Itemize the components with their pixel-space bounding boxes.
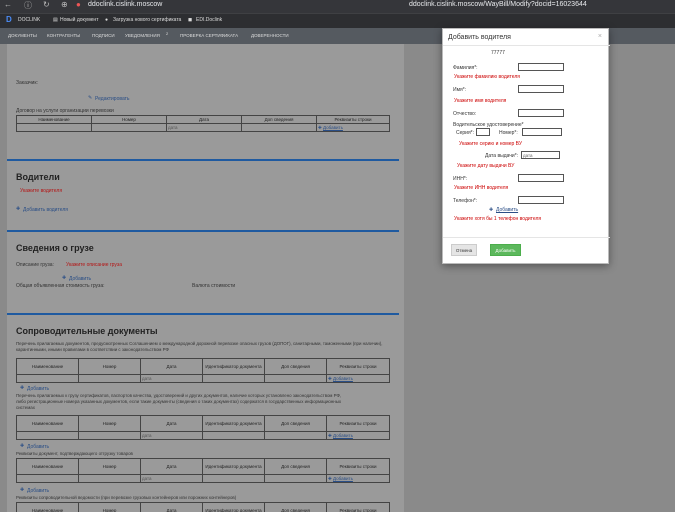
modal-backdrop[interactable]: Добавить водителя × 77777 Фамилия*: Укаж… — [0, 0, 675, 512]
modal-subtitle: 77777 — [491, 50, 505, 56]
divider — [443, 45, 610, 46]
phone-input[interactable] — [518, 196, 564, 204]
patronymic-input[interactable] — [518, 109, 564, 117]
divider — [443, 237, 610, 238]
surname-label: Фамилия*: — [453, 65, 478, 71]
name-input[interactable] — [518, 85, 564, 93]
phone-label: Телефон*: — [453, 198, 478, 204]
issue-date-label: Дата выдачи*: — [485, 153, 519, 159]
close-icon[interactable]: × — [598, 33, 602, 40]
issue-date-error: Укажите дату выдачи ВУ — [457, 163, 515, 169]
add-driver-modal: Добавить водителя × 77777 Фамилия*: Укаж… — [442, 28, 610, 264]
surname-error: Укажите фамилию водителя — [454, 74, 521, 80]
number-input[interactable] — [522, 128, 562, 136]
phone-error: Укажите хотя бы 1 телефон водителя — [454, 216, 542, 222]
add-button[interactable]: Добавить — [490, 244, 521, 256]
series-error: Укажите серию и номер ВУ — [459, 141, 523, 147]
add-phone-link[interactable]: Добавить — [496, 207, 518, 213]
modal-title: Добавить водителя — [448, 34, 511, 41]
inn-error: Укажите ИНН водителя — [454, 185, 509, 191]
name-label: Имя*: — [453, 87, 467, 93]
patronymic-label: Отчество: — [453, 111, 477, 117]
name-error: Укажите имя водителя — [454, 98, 507, 104]
inn-label: ИНН*: — [453, 176, 468, 182]
plus-icon: ✚ — [489, 207, 494, 213]
inn-input[interactable] — [518, 174, 564, 182]
surname-input[interactable] — [518, 63, 564, 71]
cancel-button[interactable]: Отмена — [451, 244, 477, 256]
issue-date-input[interactable]: дата — [521, 151, 560, 159]
number-label: Номер*: — [499, 130, 518, 136]
series-input[interactable] — [476, 128, 490, 136]
series-label: Серия*: — [456, 130, 475, 136]
